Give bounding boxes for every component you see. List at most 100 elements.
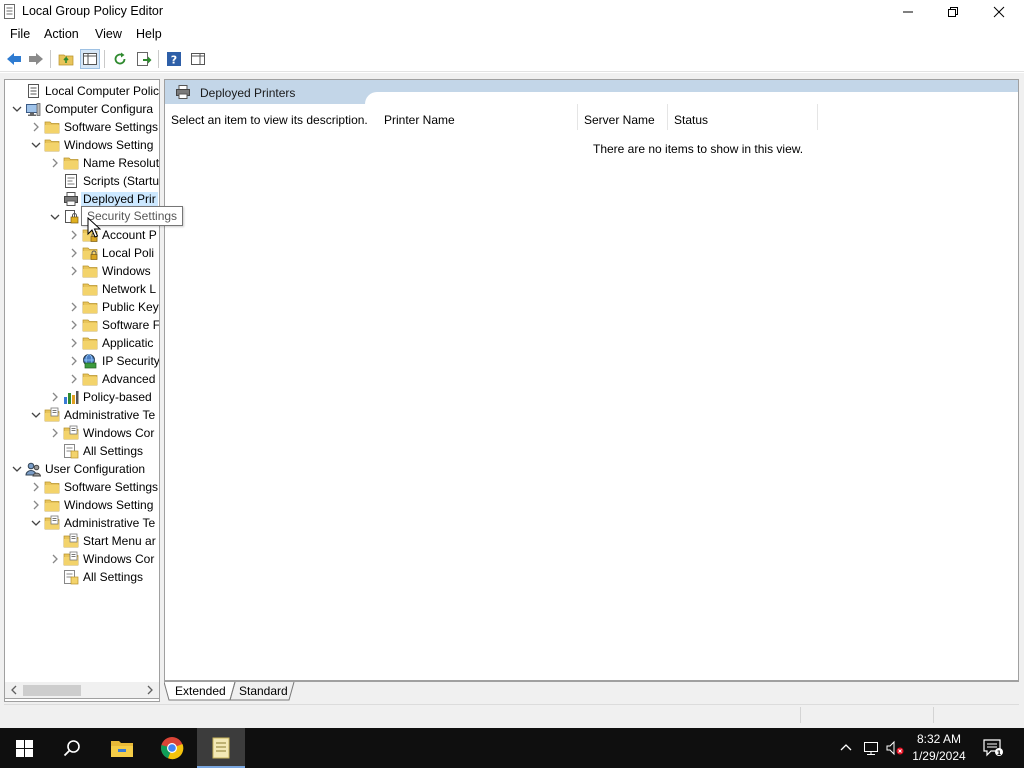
chevron-right-icon[interactable] <box>30 121 42 133</box>
folder-icon <box>82 283 98 296</box>
tree-node[interactable]: Software Settings <box>5 478 159 496</box>
tree-node[interactable]: User Configuration <box>5 460 159 478</box>
menu-view[interactable]: View <box>95 27 122 41</box>
chevron-down-icon[interactable] <box>11 463 23 475</box>
tree-node[interactable]: Advanced <box>5 370 159 388</box>
menu-help[interactable]: Help <box>136 27 162 41</box>
tree-node[interactable]: Local Poli <box>5 244 159 262</box>
volume-tray-button[interactable] <box>884 728 906 768</box>
tree-node[interactable]: Administrative Te <box>5 514 159 532</box>
tab-standard[interactable]: Standard <box>239 684 288 698</box>
chevron-down-icon[interactable] <box>30 409 42 421</box>
chevron-right-icon[interactable] <box>68 265 80 277</box>
forward-button[interactable] <box>26 49 46 69</box>
menu-action[interactable]: Action <box>44 27 79 41</box>
tree-node[interactable]: Windows <box>5 262 159 280</box>
chevron-down-icon[interactable] <box>11 103 23 115</box>
tree-horizontal-scrollbar[interactable] <box>4 682 160 699</box>
taskbar-file-explorer[interactable] <box>98 728 146 768</box>
tree-node[interactable]: Scripts (Startu <box>5 172 159 190</box>
tree-node-label: Administrative Te <box>64 516 156 530</box>
show-hide-action-pane-button[interactable] <box>188 49 208 69</box>
taskbar-group-policy-editor[interactable] <box>197 728 245 768</box>
minimize-button[interactable] <box>885 0 931 24</box>
folder-icon <box>82 337 98 350</box>
taskbar-clock[interactable]: 8:32 AM 1/29/2024 <box>908 731 970 765</box>
tree-node[interactable]: Start Menu ar <box>5 532 159 550</box>
close-button[interactable] <box>976 0 1022 24</box>
tree-node[interactable]: Windows Cor <box>5 424 159 442</box>
tree-node[interactable]: All Settings <box>5 442 159 460</box>
menu-file[interactable]: File <box>10 27 30 41</box>
column-server-name[interactable]: Server Name <box>578 104 668 130</box>
action-center-button[interactable]: 1 <box>978 728 1008 768</box>
tree-node[interactable]: Windows Setting <box>5 496 159 514</box>
windows-logo-icon <box>15 739 33 757</box>
tree-node[interactable]: Public Key <box>5 298 159 316</box>
tree-node[interactable]: Administrative Te <box>5 406 159 424</box>
restore-button[interactable] <box>930 0 976 24</box>
tree-node[interactable]: Account P <box>5 226 159 244</box>
tab-extended[interactable]: Extended <box>175 684 226 698</box>
chevron-down-icon[interactable] <box>30 139 42 151</box>
scrollbar-thumb[interactable] <box>23 685 81 696</box>
console-tree-icon <box>83 53 97 65</box>
chevron-right-icon[interactable] <box>49 553 61 565</box>
tree-node[interactable]: Windows Setting <box>5 136 159 154</box>
tree-node[interactable]: Policy-based <box>5 388 159 406</box>
tree-node[interactable]: Software Settings <box>5 118 159 136</box>
chevron-right-icon[interactable] <box>68 337 80 349</box>
view-tabs: Extended Standard <box>164 681 1019 701</box>
folder-icon <box>44 121 60 134</box>
tree-node[interactable]: Local Computer Policy <box>5 82 159 100</box>
header-curve <box>365 92 1018 104</box>
show-hidden-icons-button[interactable] <box>836 728 856 768</box>
printer-icon <box>64 192 78 206</box>
tree-node[interactable]: Software F <box>5 316 159 334</box>
tree-node[interactable]: Name Resolut <box>5 154 159 172</box>
tree-node-label: Software Settings <box>64 480 159 494</box>
taskbar-chrome[interactable] <box>148 728 196 768</box>
title-bar: Local Group Policy Editor <box>0 0 1024 24</box>
ip-security-icon <box>83 354 97 369</box>
search-button[interactable] <box>48 728 96 768</box>
chevron-right-icon[interactable] <box>68 301 80 313</box>
tree-node[interactable]: Applicatic <box>5 334 159 352</box>
help-button[interactable]: ? <box>164 49 184 69</box>
console-tree[interactable]: Local Computer Policy Computer Configura S… <box>4 79 160 702</box>
chevron-right-icon[interactable] <box>49 427 61 439</box>
chevron-down-icon[interactable] <box>30 517 42 529</box>
chevron-right-icon[interactable] <box>68 355 80 367</box>
chevron-right-icon[interactable] <box>68 319 80 331</box>
folder-icon <box>82 319 98 332</box>
chevron-right-icon[interactable] <box>30 481 42 493</box>
scroll-left-icon[interactable] <box>8 684 20 696</box>
chevron-right-icon[interactable] <box>68 373 80 385</box>
chevron-down-icon[interactable] <box>49 211 61 223</box>
tree-node[interactable]: Computer Configura <box>5 100 159 118</box>
window-title: Local Group Policy Editor <box>22 4 164 18</box>
chevron-right-icon[interactable] <box>68 229 80 241</box>
close-icon <box>993 6 1005 18</box>
column-status[interactable]: Status <box>668 104 818 130</box>
network-tray-button[interactable] <box>860 728 882 768</box>
chevron-right-icon[interactable] <box>68 247 80 259</box>
back-button[interactable] <box>4 49 24 69</box>
tree-node[interactable]: All Settings <box>5 568 159 586</box>
tree-node[interactable]: IP Security <box>5 352 159 370</box>
column-printer-name[interactable]: Printer Name <box>378 104 578 130</box>
tree-node[interactable]: Windows Cor <box>5 550 159 568</box>
up-one-level-button[interactable] <box>56 49 76 69</box>
scroll-right-icon[interactable] <box>144 684 156 696</box>
chevron-right-icon[interactable] <box>30 499 42 511</box>
export-list-button[interactable] <box>134 49 154 69</box>
chevron-right-icon[interactable] <box>49 391 61 403</box>
chevron-right-icon[interactable] <box>49 157 61 169</box>
notification-icon: 1 <box>983 739 1003 757</box>
tree-node[interactable]: Network L <box>5 280 159 298</box>
clock-time: 8:32 AM <box>916 732 962 746</box>
show-hide-console-tree-button[interactable] <box>80 49 100 69</box>
refresh-button[interactable] <box>110 49 130 69</box>
start-button[interactable] <box>0 728 48 768</box>
tree-node-label: Policy-based <box>83 390 152 404</box>
